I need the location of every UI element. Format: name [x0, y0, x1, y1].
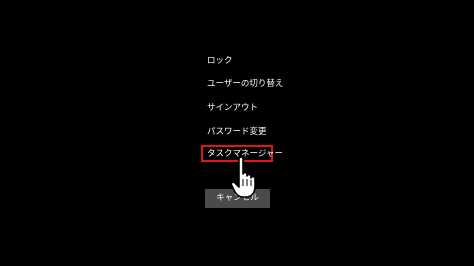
security-options-screen: ロック ユーザーの切り替え サインアウト パスワード変更 タスクマネージャー キ… — [0, 0, 474, 266]
menu-item-sign-out[interactable]: サインアウト — [207, 102, 258, 114]
menu-item-lock[interactable]: ロック — [207, 55, 233, 67]
menu-item-change-password[interactable]: パスワード変更 — [207, 126, 267, 138]
hand-pointer-icon — [230, 156, 256, 198]
menu-item-switch-user[interactable]: ユーザーの切り替え — [207, 78, 283, 90]
